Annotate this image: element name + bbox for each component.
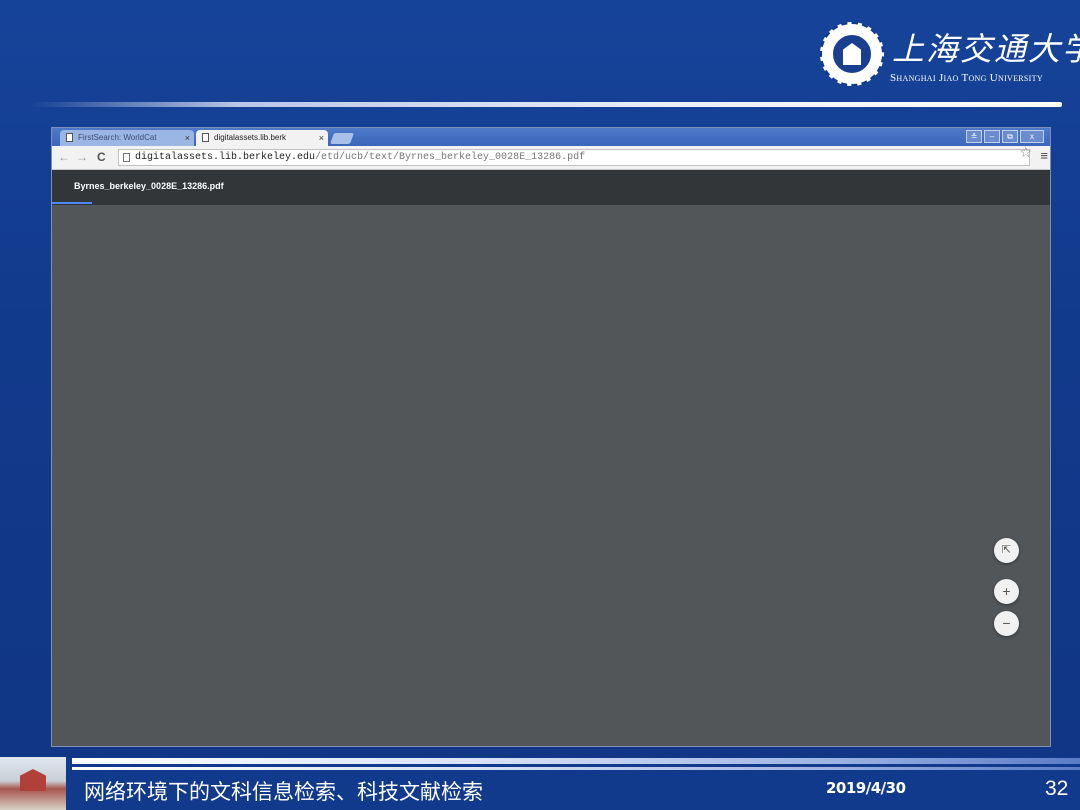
fit-to-page-button[interactable]: ⇱ bbox=[994, 538, 1019, 563]
logo-english-name: Shanghai Jiao Tong University bbox=[890, 72, 1043, 84]
slide-date: 2019/4/30 bbox=[826, 779, 906, 797]
close-window-button[interactable]: x bbox=[1020, 130, 1044, 143]
browser-toolbar: ← → C digitalassets.lib.berkeley.edu/etd… bbox=[52, 144, 1050, 170]
tab-digitalassets[interactable]: digitalassets.lib.berk × bbox=[196, 130, 328, 146]
new-tab-button[interactable] bbox=[329, 133, 355, 144]
browser-window: FirstSearch: WorldCat × digitalassets.li… bbox=[51, 127, 1051, 747]
zoom-in-button[interactable]: + bbox=[994, 579, 1019, 604]
university-logo: 上海交通大学 Shanghai Jiao Tong University bbox=[820, 22, 1080, 88]
tab-strip: FirstSearch: WorldCat × digitalassets.li… bbox=[52, 128, 1050, 146]
pdf-toolbar: Byrnes_berkeley_0028E_13286.pdf bbox=[52, 170, 1050, 205]
close-tab-icon[interactable]: × bbox=[185, 130, 190, 146]
university-seal-icon bbox=[820, 22, 884, 86]
restore-button[interactable]: ⧉ bbox=[1002, 130, 1018, 143]
campus-photo bbox=[0, 757, 66, 810]
bookmark-star-icon[interactable]: ☆ bbox=[1019, 144, 1032, 161]
minimize-button[interactable]: – bbox=[984, 130, 1000, 143]
back-arrow-icon[interactable]: ← bbox=[58, 150, 70, 164]
page-icon bbox=[123, 153, 130, 162]
tab-label: digitalassets.lib.berk bbox=[214, 133, 287, 142]
close-tab-icon[interactable]: × bbox=[319, 130, 324, 146]
url-host: digitalassets.lib.berkeley.edu bbox=[135, 152, 316, 163]
url-path: /etd/ucb/text/Byrnes_berkeley_0028E_1328… bbox=[315, 152, 586, 163]
page-icon bbox=[202, 133, 209, 142]
menu-icon[interactable]: ≡ bbox=[1040, 148, 1048, 163]
profile-icon[interactable]: ≗ bbox=[966, 130, 982, 143]
pdf-title-underline bbox=[52, 202, 92, 204]
reload-icon[interactable]: C bbox=[97, 150, 106, 164]
page-icon bbox=[66, 133, 73, 142]
tab-label: FirstSearch: WorldCat bbox=[78, 133, 157, 142]
page-number: 32 bbox=[1045, 777, 1069, 800]
address-bar[interactable]: digitalassets.lib.berkeley.edu/etd/ucb/t… bbox=[118, 149, 1030, 166]
logo-chinese-name: 上海交通大学 bbox=[892, 30, 1080, 68]
course-title: 网络环境下的文科信息检索、科技文献检索 bbox=[84, 780, 483, 804]
forward-arrow-icon[interactable]: → bbox=[76, 150, 88, 164]
zoom-out-button[interactable]: − bbox=[994, 611, 1019, 636]
pdf-viewport[interactable] bbox=[52, 205, 1050, 746]
pdf-filename: Byrnes_berkeley_0028E_13286.pdf bbox=[74, 181, 224, 191]
footer-divider-line bbox=[72, 764, 1080, 767]
window-controls: ≗ – ⧉ x bbox=[966, 130, 1044, 143]
header-divider bbox=[30, 102, 1062, 107]
tab-firstsearch[interactable]: FirstSearch: WorldCat × bbox=[60, 130, 194, 146]
